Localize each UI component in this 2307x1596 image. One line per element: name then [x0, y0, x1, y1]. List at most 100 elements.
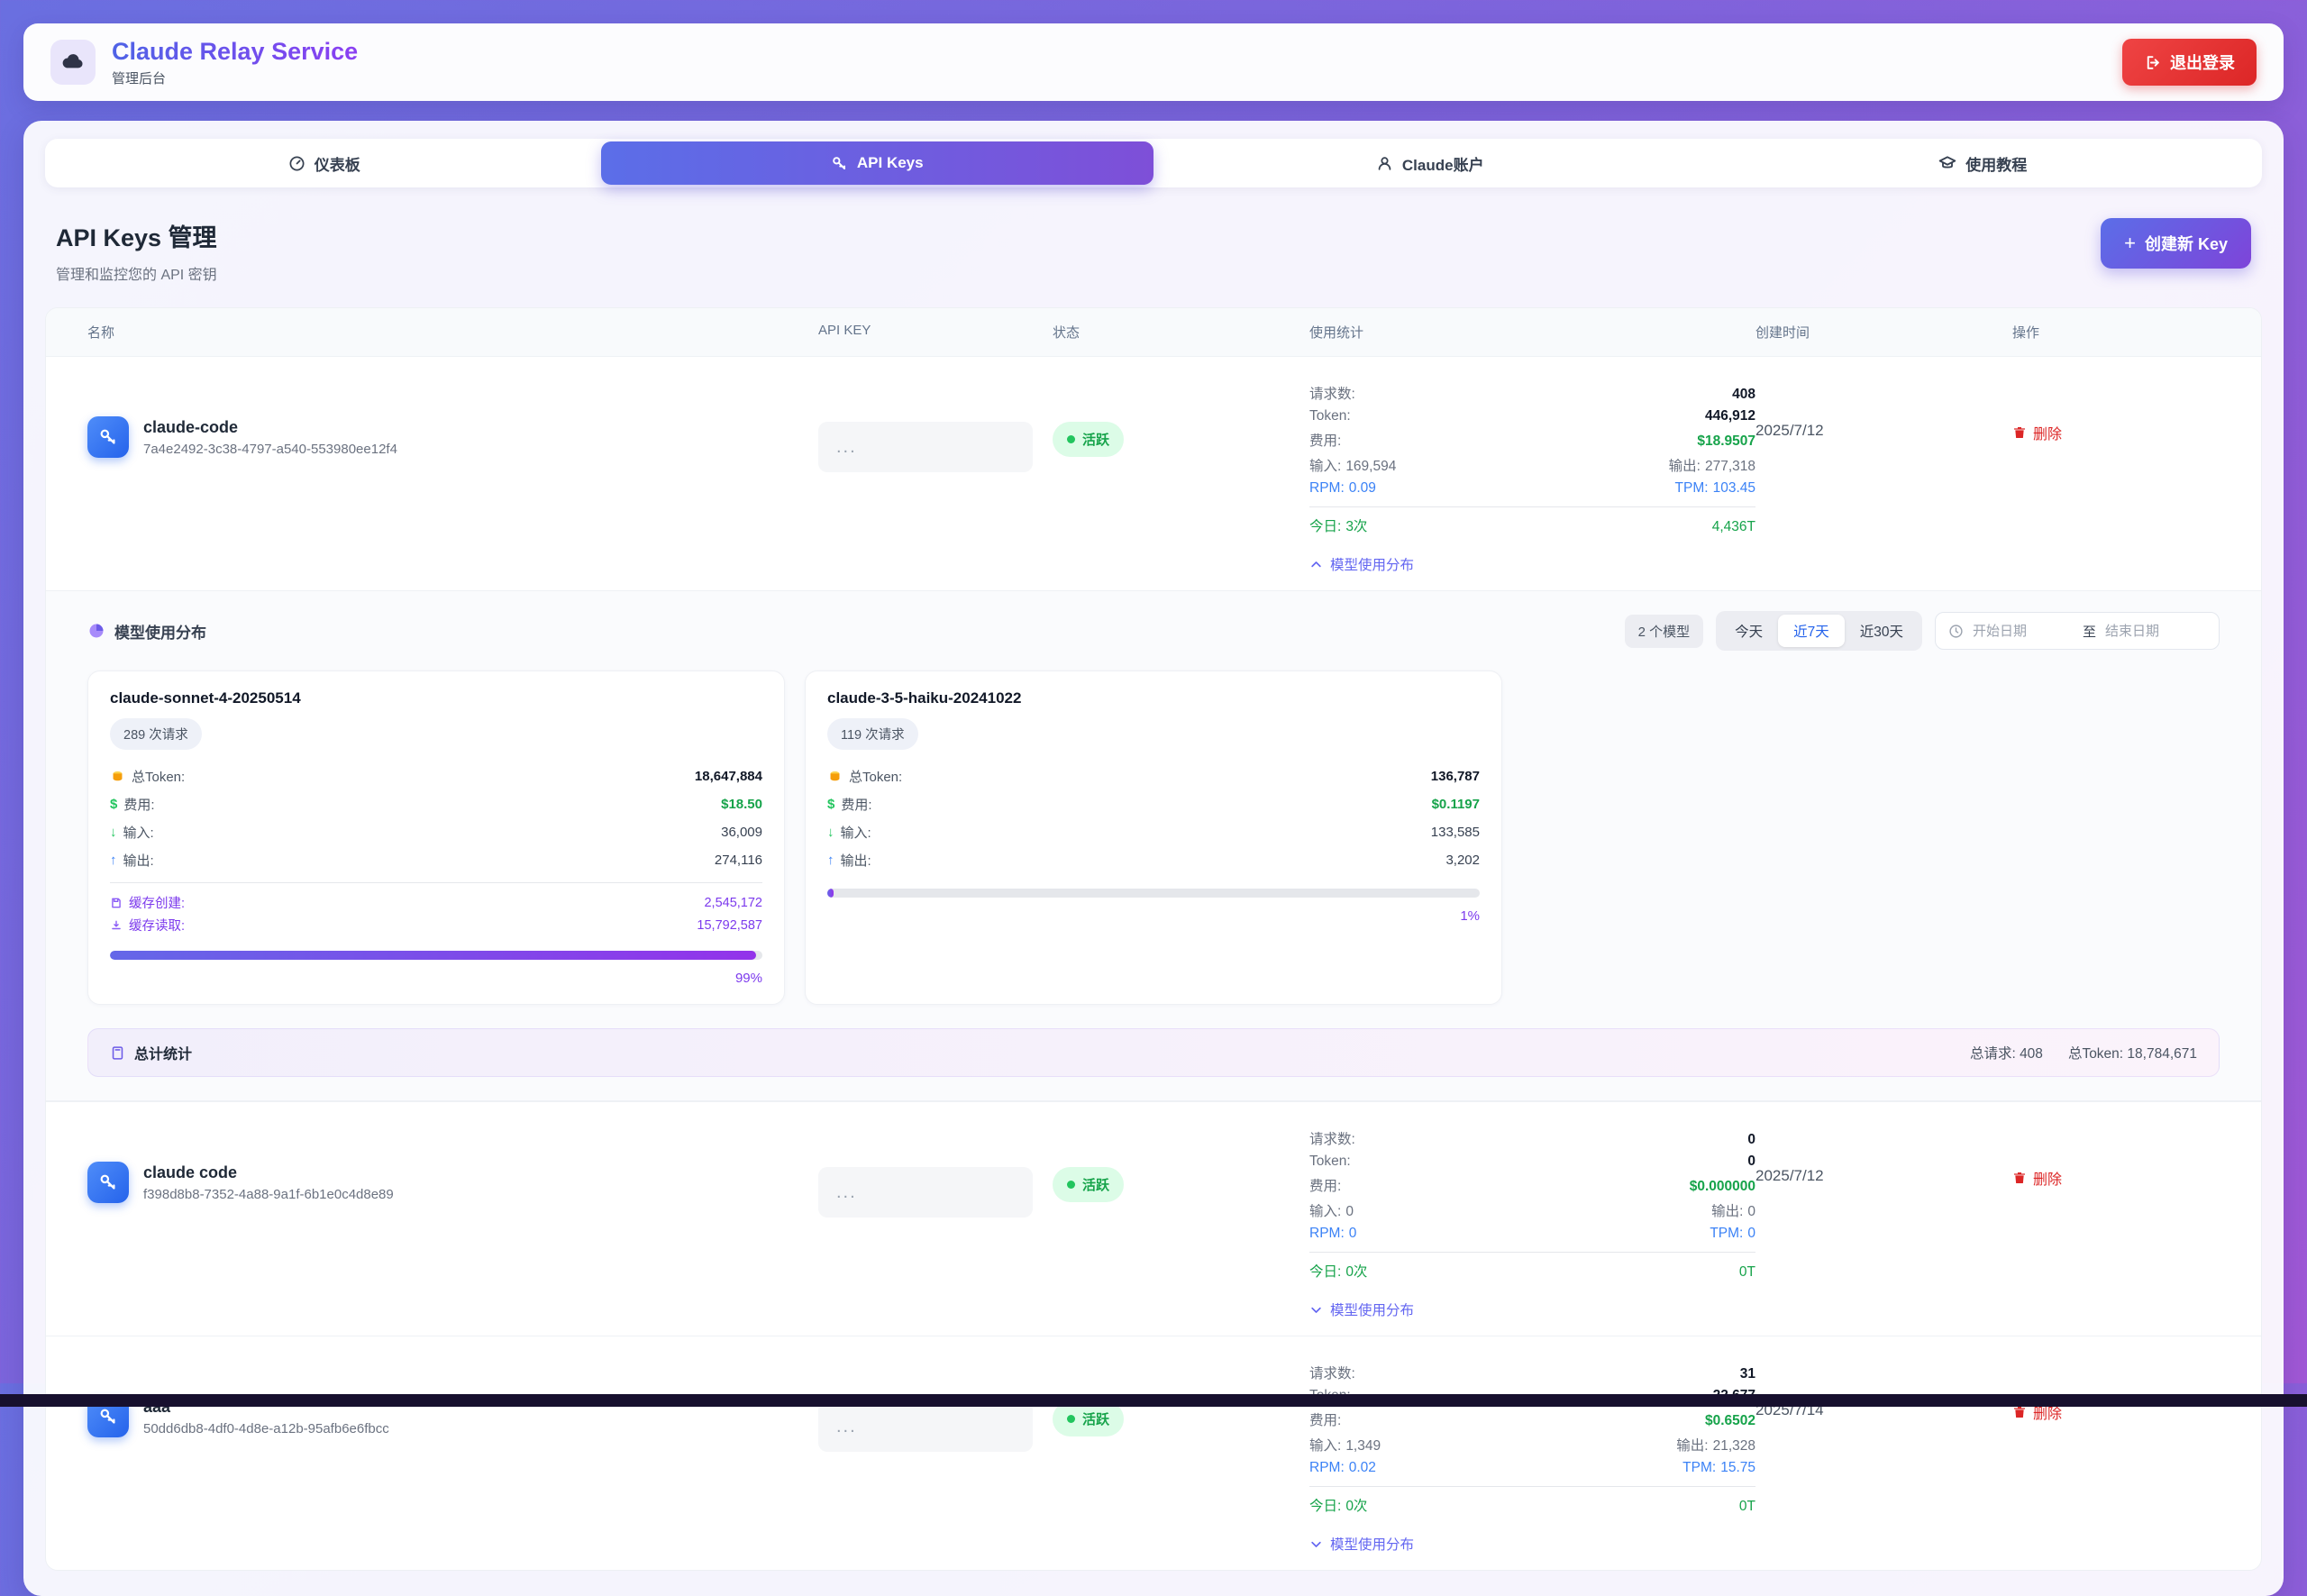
tab-tutorial[interactable]: 使用教程 [1707, 141, 2260, 185]
table-row: claude code f398d8b8-7352-4a88-9a1f-6b1e… [46, 1101, 2261, 1336]
status-dot-icon [1067, 435, 1075, 443]
api-key-masked[interactable]: ... [818, 1401, 1033, 1452]
stats-divider [1309, 1252, 1755, 1253]
col-actions: 操作 [2012, 308, 2220, 356]
page-title-block: API Keys 管理 管理和监控您的 API 密钥 [56, 218, 217, 284]
api-key-cell: ... [818, 1126, 1053, 1218]
created-date: 2025/7/12 [1755, 1126, 2012, 1185]
total-token-label: 总Token: [827, 767, 902, 786]
key-name: claude code [143, 1163, 394, 1182]
stat-label: 请求数: [1309, 1363, 1355, 1382]
model-usage-title: 模型使用分布 [114, 620, 206, 643]
filter-last30[interactable]: 近30天 [1845, 615, 1919, 647]
tpm-stat: TPM:103.45 [1675, 480, 1755, 497]
model-usage-toggle[interactable]: 模型使用分布 [1309, 1300, 1755, 1319]
key-avatar [87, 416, 129, 458]
model-usage-toggle[interactable]: 模型使用分布 [1309, 554, 1755, 574]
stat-label: 请求数: [1309, 383, 1355, 403]
filter-today[interactable]: 今天 [1719, 615, 1778, 647]
download-icon [110, 919, 123, 932]
delete-button[interactable]: 删除 [2012, 1167, 2062, 1189]
tab-label: 使用教程 [1965, 152, 2027, 175]
stats-divider [1309, 1486, 1755, 1487]
end-date-input[interactable] [2105, 624, 2206, 639]
start-date-input[interactable] [1973, 624, 2074, 639]
key-icon [831, 155, 848, 172]
app-logo [50, 40, 96, 85]
col-name: 名称 [87, 308, 818, 356]
model-usage-header: 模型使用分布 2 个模型 今天 近7天 近30天 至 [87, 611, 2220, 651]
create-key-button[interactable]: + 创建新 Key [2101, 218, 2251, 269]
cloud-icon [60, 50, 86, 75]
tab-label: 仪表板 [315, 152, 360, 175]
trash-icon [2012, 425, 2027, 440]
usage-progress-fill [827, 889, 834, 898]
screen-bottom-edge [0, 1394, 2307, 1407]
usage-stats-cell: 请求数:31 Token:22,677 费用:$0.6502 输入:1,349 … [1309, 1360, 1755, 1554]
toggle-label: 模型使用分布 [1330, 1534, 1414, 1554]
delete-label: 删除 [2033, 422, 2062, 443]
totals-bar: 总计统计 总请求: 408 总Token: 18,784,671 [87, 1028, 2220, 1077]
toggle-label: 模型使用分布 [1330, 1300, 1414, 1319]
total-requests: 总请求: 408 [1970, 1043, 2043, 1062]
stat-label: 费用: [1309, 1175, 1341, 1195]
col-api-key: API KEY [818, 308, 1053, 356]
model-usage-toggle[interactable]: 模型使用分布 [1309, 1534, 1755, 1554]
model-requests-badge: 119 次请求 [827, 718, 918, 750]
plus-icon: + [2124, 233, 2136, 253]
rpm-stat: RPM:0.02 [1309, 1460, 1376, 1476]
today-stat: 今日:3次 [1309, 515, 1367, 535]
dollar-icon: $ [827, 797, 834, 812]
stat-label: 请求数: [1309, 1128, 1355, 1148]
output-label: ↑ 输出: [827, 851, 871, 870]
usage-progress-track [827, 889, 1480, 898]
tab-claude-account[interactable]: Claude账户 [1154, 141, 1707, 185]
status-dot-icon [1067, 1181, 1075, 1189]
tab-dashboard[interactable]: 仪表板 [48, 141, 601, 185]
total-tokens: 总Token: 18,784,671 [2068, 1043, 2197, 1062]
date-range-picker[interactable]: 至 [1935, 612, 2220, 650]
input-stat: 输入:169,594 [1309, 455, 1396, 475]
model-usage-panel: 模型使用分布 2 个模型 今天 近7天 近30天 至 [46, 590, 2261, 1101]
key-texts: claude-code 7a4e2492-3c38-4797-a540-5539… [143, 418, 397, 457]
tab-api-keys[interactable]: API Keys [601, 141, 1154, 185]
cache-create-label: 缓存创建: [110, 893, 185, 912]
usage-percent: 1% [827, 908, 1480, 924]
model-requests-badge: 289 次请求 [110, 718, 202, 750]
total-token-value: 18,647,884 [695, 769, 762, 784]
logout-icon [2144, 54, 2161, 71]
rpm-stat: RPM:0.09 [1309, 480, 1376, 497]
input-label: ↓ 输入: [110, 823, 154, 842]
today-stat: 今日:0次 [1309, 1261, 1367, 1281]
table-row: aaa 50dd6db8-4df0-4d8e-a12b-95afb6e6fbcc… [46, 1336, 2261, 1570]
today-tokens: 0T [1739, 1264, 1755, 1281]
output-stat: 输出:277,318 [1669, 455, 1755, 475]
usage-progress-track [110, 951, 762, 960]
table-row: claude-code 7a4e2492-3c38-4797-a540-5539… [46, 357, 2261, 590]
stat-label: Token: [1309, 1154, 1351, 1170]
status-label: 活跃 [1082, 1409, 1109, 1428]
stat-label: 费用: [1309, 430, 1341, 450]
status-label: 活跃 [1082, 430, 1109, 449]
page-subtitle: 管理和监控您的 API 密钥 [56, 262, 217, 284]
create-key-label: 创建新 Key [2145, 232, 2228, 255]
model-usage-title-block: 模型使用分布 [87, 620, 206, 643]
api-key-masked[interactable]: ... [818, 422, 1033, 472]
key-texts: claude code f398d8b8-7352-4a88-9a1f-6b1e… [143, 1163, 394, 1202]
delete-button[interactable]: 删除 [2012, 422, 2062, 443]
model-stats: 总Token: 136,787 $ 费用: $0.1197 [827, 762, 1480, 874]
cache-read-label: 缓存读取: [110, 916, 185, 935]
clock-icon [1948, 624, 1964, 639]
stat-value: 408 [1732, 387, 1755, 403]
key-id: f398d8b8-7352-4a88-9a1f-6b1e0c4d8e89 [143, 1187, 394, 1202]
logout-button[interactable]: 退出登录 [2122, 39, 2257, 86]
actions-cell: 删除 [2012, 1126, 2220, 1189]
filter-last7[interactable]: 近7天 [1778, 615, 1845, 647]
model-cards: claude-sonnet-4-20250514 289 次请求 总Token:… [87, 670, 2220, 1005]
status-cell: 活跃 [1053, 380, 1309, 457]
stat-value-cost: $0.000000 [1690, 1179, 1755, 1195]
api-key-masked[interactable]: ... [818, 1167, 1033, 1218]
model-card: claude-3-5-haiku-20241022 119 次请求 总Token… [805, 670, 1502, 1005]
table-header: 名称 API KEY 状态 使用统计 创建时间 操作 [46, 308, 2261, 357]
today-tokens: 0T [1739, 1499, 1755, 1515]
